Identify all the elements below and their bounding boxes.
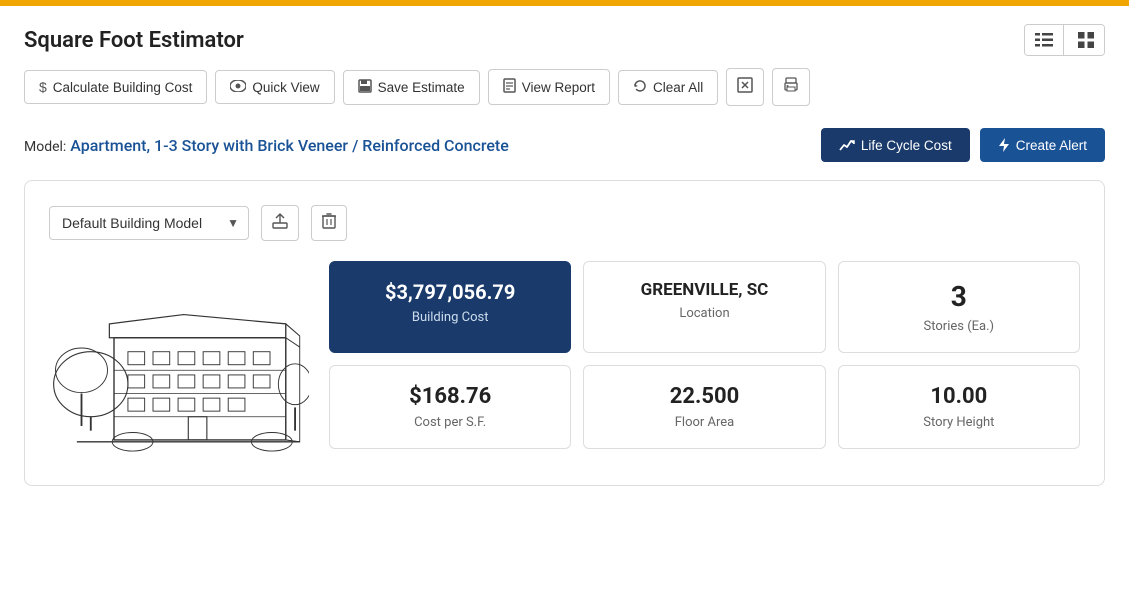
refresh-icon: [633, 79, 647, 96]
view-toggle: [1024, 24, 1105, 56]
building-cost-value: $3,797,056.79: [344, 280, 556, 304]
delete-button[interactable]: [311, 205, 347, 241]
metric-floor-area: 22.500 Floor Area: [583, 365, 825, 449]
list-view-button[interactable]: [1025, 25, 1064, 55]
metric-story-height: 10.00 Story Height: [838, 365, 1080, 449]
trash-icon: [322, 213, 336, 229]
metric-location: GREENVILLE, SC Location: [583, 261, 825, 353]
cost-per-sf-label: Cost per S.F.: [344, 415, 556, 430]
stories-label: Stories (Ea.): [853, 319, 1065, 334]
bolt-icon: [998, 137, 1010, 153]
story-height-label: Story Height: [853, 415, 1065, 430]
floor-area-value: 22.500: [598, 384, 810, 409]
view-report-button[interactable]: View Report: [488, 69, 610, 105]
metric-cost-per-sf: $168.76 Cost per S.F.: [329, 365, 571, 449]
quick-view-button[interactable]: Quick View: [215, 70, 334, 104]
story-height-value: 10.00: [853, 384, 1065, 409]
metric-building-cost: $3,797,056.79 Building Cost: [329, 261, 571, 353]
model-bar: Model: Apartment, 1-3 Story with Brick V…: [0, 122, 1129, 180]
toolbar: $ Calculate Building Cost Quick View Sav…: [0, 68, 1129, 122]
report-icon: [503, 78, 516, 96]
model-prefix: Model:: [24, 139, 66, 155]
create-alert-button[interactable]: Create Alert: [980, 128, 1105, 162]
header: Square Foot Estimator: [0, 6, 1129, 68]
card-top-controls: Default Building Model ▼: [49, 205, 1080, 241]
main-card: Default Building Model ▼: [24, 180, 1105, 486]
list-icon: [1035, 33, 1053, 47]
lifecycle-cost-button[interactable]: Life Cycle Cost: [821, 128, 970, 162]
upload-button[interactable]: [261, 205, 299, 241]
print-icon: [783, 77, 799, 93]
location-label: Location: [598, 306, 810, 321]
export-button[interactable]: [726, 68, 764, 106]
save-estimate-button[interactable]: Save Estimate: [343, 70, 480, 105]
location-value: GREENVILLE, SC: [598, 280, 810, 300]
building-cost-label: Building Cost: [344, 310, 556, 325]
calculate-button[interactable]: $ Calculate Building Cost: [24, 70, 207, 104]
dollar-icon: $: [39, 79, 47, 95]
export-icon: [737, 77, 753, 93]
floor-area-label: Floor Area: [598, 415, 810, 430]
save-icon: [358, 79, 372, 96]
model-select[interactable]: Default Building Model: [49, 206, 249, 240]
print-button[interactable]: [772, 68, 810, 106]
clear-all-button[interactable]: Clear All: [618, 70, 718, 105]
grid-view-button[interactable]: [1068, 25, 1104, 55]
building-illustration: [49, 261, 309, 461]
trend-icon: [839, 138, 855, 152]
upload-icon: [272, 213, 288, 229]
page-title: Square Foot Estimator: [24, 28, 244, 53]
stories-value: 3: [853, 280, 1065, 313]
eye-icon: [230, 79, 246, 95]
model-select-wrapper: Default Building Model ▼: [49, 206, 249, 240]
cost-per-sf-value: $168.76: [344, 384, 556, 409]
metrics-grid: $3,797,056.79 Building Cost GREENVILLE, …: [329, 261, 1080, 449]
model-actions: Life Cycle Cost Create Alert: [821, 128, 1105, 162]
grid-icon: [1078, 32, 1094, 48]
model-name: Apartment, 1-3 Story with Brick Veneer /…: [70, 136, 509, 155]
card-main-content: $3,797,056.79 Building Cost GREENVILLE, …: [49, 261, 1080, 461]
building-image: [49, 261, 309, 461]
metric-stories: 3 Stories (Ea.): [838, 261, 1080, 353]
model-info: Model: Apartment, 1-3 Story with Brick V…: [24, 136, 509, 155]
